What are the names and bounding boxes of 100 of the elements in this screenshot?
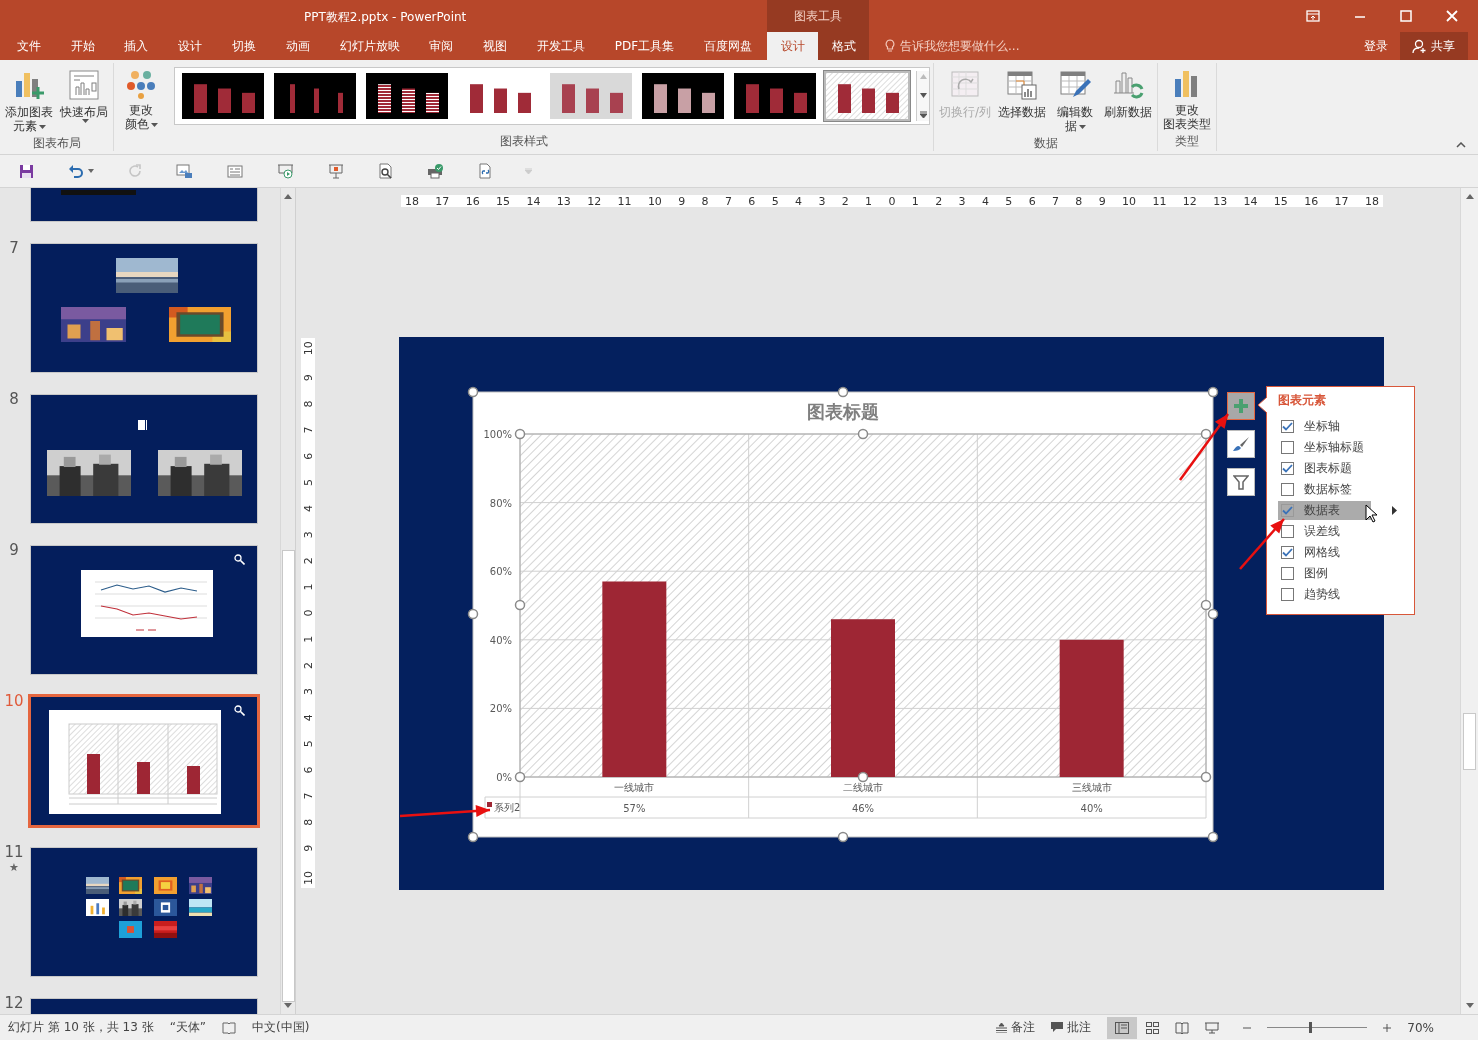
ribbon-button[interactable]: 编辑数 据 [1051, 67, 1100, 135]
resize-handle[interactable] [514, 771, 526, 783]
ribbon-tab[interactable]: 百度网盘 [695, 32, 762, 60]
checkbox[interactable] [1281, 420, 1294, 433]
tell-me-field[interactable]: 告诉我您想要做什么... [900, 39, 1080, 53]
chart-style-thumbnail[interactable] [640, 71, 726, 121]
scrollbar-thumb[interactable] [281, 550, 295, 1002]
zoom-in-icon[interactable] [1383, 1023, 1392, 1032]
chart-style-thumbnail[interactable] [180, 71, 266, 121]
zoom-level-text[interactable]: 70% [1407, 1020, 1434, 1035]
comments-button[interactable]: 批注 [1051, 1019, 1092, 1036]
scroll-down-icon[interactable] [1465, 1003, 1474, 1008]
scroll-up-icon[interactable] [284, 194, 292, 199]
resize-handle[interactable] [1200, 428, 1212, 440]
chart-style-thumbnail[interactable] [824, 71, 910, 121]
sign-in-link[interactable]: 登录 [1352, 32, 1400, 60]
ribbon-tab[interactable]: 开发工具 [528, 32, 595, 60]
slide-thumbnail[interactable] [30, 394, 258, 524]
resize-handle[interactable] [1207, 386, 1219, 398]
ribbon-button[interactable]: 更改 颜色 [117, 67, 165, 133]
collapse-ribbon-icon[interactable] [1456, 142, 1466, 148]
ribbon-button[interactable]: 添加图表 元素 [3, 67, 55, 135]
chart-style-thumbnail[interactable] [548, 71, 634, 121]
ribbon-button[interactable]: 快速布局 [58, 67, 110, 135]
ribbon-button[interactable]: 刷新数据 [1102, 67, 1155, 135]
toolbar-button[interactable] [376, 161, 395, 181]
checkbox[interactable] [1281, 462, 1294, 475]
ribbon-tab[interactable]: 视图 [474, 32, 517, 60]
scrollbar[interactable] [1460, 188, 1478, 1014]
checkbox-item[interactable]: 坐标轴标题 [1278, 438, 1371, 457]
resize-handle[interactable] [1200, 771, 1212, 783]
close-icon[interactable] [1446, 10, 1458, 22]
ruler-number: 8 [1075, 195, 1083, 207]
checkbox-item[interactable]: 坐标轴 [1278, 417, 1371, 436]
scrollbar-thumb[interactable] [1463, 712, 1476, 770]
resize-handle[interactable] [1207, 831, 1219, 843]
checkbox-item[interactable]: 数据表 [1278, 501, 1371, 520]
language-text[interactable]: 中文(中国) [252, 1019, 310, 1036]
resize-handle[interactable] [1207, 608, 1219, 620]
checkbox[interactable] [1281, 504, 1294, 517]
ribbon-tab[interactable]: 文件 [7, 32, 50, 60]
resize-handle[interactable] [467, 386, 479, 398]
ribbon-button[interactable]: 选择数据 [996, 67, 1049, 135]
more-icon[interactable] [919, 111, 927, 118]
checkbox-item[interactable]: 网格线 [1278, 543, 1371, 562]
chart-style-thumbnail[interactable] [272, 71, 358, 121]
chart-tool-button[interactable] [1227, 468, 1255, 496]
checkbox-item[interactable]: 图表标题 [1278, 459, 1371, 478]
resize-handle[interactable] [837, 831, 849, 843]
resize-handle[interactable] [837, 386, 849, 398]
ribbon-tab[interactable]: PDF工具集 [605, 32, 684, 60]
ribbon-tab[interactable]: 插入 [115, 32, 158, 60]
ribbon-tab[interactable]: 幻灯片放映 [330, 32, 409, 60]
spell-check-icon[interactable] [222, 1021, 237, 1034]
zoom-slider-thumb[interactable] [1309, 1022, 1313, 1033]
checkbox[interactable] [1281, 567, 1294, 580]
ribbon-tab[interactable]: 审阅 [420, 32, 463, 60]
gallery-scroll[interactable] [916, 71, 929, 121]
toolbar-button[interactable] [174, 161, 195, 181]
ribbon-tab[interactable]: 设计 [169, 32, 212, 60]
resize-handle[interactable] [857, 771, 869, 783]
checkbox[interactable] [1281, 588, 1294, 601]
ribbon-tab[interactable]: 开始 [61, 32, 104, 60]
view-button[interactable] [1107, 1016, 1138, 1039]
checkbox-item[interactable]: 数据标签 [1278, 480, 1371, 499]
resize-handle[interactable] [514, 599, 526, 611]
checkbox-item[interactable]: 趋势线 [1278, 585, 1371, 604]
slide-thumbnail[interactable] [30, 545, 258, 675]
slide-thumbnail[interactable] [28, 694, 260, 828]
slide-thumbnail[interactable] [30, 847, 258, 977]
checkbox[interactable] [1281, 483, 1294, 496]
toolbar-button[interactable] [425, 161, 446, 181]
submenu-arrow-icon[interactable] [1392, 506, 1397, 515]
resize-handle[interactable] [467, 608, 479, 620]
notes-button[interactable]: 备注 [996, 1019, 1036, 1036]
share-button[interactable]: 共享 [1400, 32, 1468, 60]
chart-style-thumbnail[interactable] [364, 71, 450, 121]
checkbox[interactable] [1281, 525, 1294, 538]
maximize-icon[interactable] [1400, 10, 1412, 22]
resize-handle[interactable] [1200, 599, 1212, 611]
ribbon-tab[interactable]: 格式 [818, 32, 869, 60]
resize-handle[interactable] [514, 428, 526, 440]
ribbon-display-icon[interactable] [1306, 10, 1320, 22]
undo-icon [68, 164, 84, 178]
chart-style-thumbnail[interactable] [732, 71, 818, 121]
scrollbar[interactable] [280, 188, 295, 1014]
ribbon-tab[interactable]: 动画 [276, 32, 319, 60]
ribbon-tab[interactable]: 设计 [767, 32, 818, 60]
chart-tool-button[interactable] [1227, 430, 1255, 458]
checkbox[interactable] [1281, 546, 1294, 559]
scroll-up-icon[interactable] [1465, 194, 1474, 199]
resize-handle[interactable] [857, 428, 869, 440]
ribbon-button[interactable]: 更改 图表类型 [1161, 67, 1214, 133]
resize-handle[interactable] [467, 831, 479, 843]
scroll-down-icon[interactable] [919, 92, 927, 98]
slide-thumbnail[interactable] [30, 243, 258, 373]
checkbox-item[interactable]: 误差线 [1278, 522, 1371, 541]
ribbon-tab[interactable]: 切换 [223, 32, 266, 60]
checkbox-item[interactable]: 图例 [1278, 564, 1371, 583]
checkbox[interactable] [1281, 441, 1294, 454]
